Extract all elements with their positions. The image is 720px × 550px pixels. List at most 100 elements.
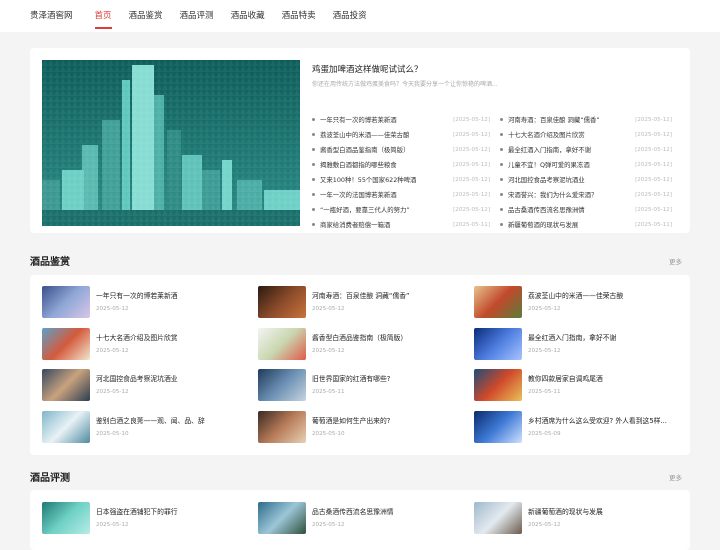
- article-thumbnail[interactable]: [258, 286, 306, 318]
- article-date: 2025-05-10: [312, 430, 345, 437]
- article-thumbnail[interactable]: [474, 502, 522, 534]
- headline-title: 又来100种！55个国家622种啤酒: [312, 175, 416, 184]
- article-date: 2025-05-12: [96, 306, 129, 312]
- headline-item[interactable]: 酱香型白酒品鉴指南（极简版） [2025-05-12]: [312, 142, 500, 157]
- article-thumbnail[interactable]: [42, 286, 90, 318]
- featured-title[interactable]: 鸡蛋加啤酒这样做呢试试么？: [312, 63, 423, 75]
- headline-item[interactable]: 又来100种！55个国家622种啤酒 [2025-05-12]: [312, 172, 500, 187]
- article-card[interactable]: 旧世界国家的红酒有哪些? 2025-05-11: [258, 369, 468, 403]
- article-card[interactable]: 新疆葡萄酒的现状与发展 2025-05-12: [474, 502, 684, 536]
- article-card[interactable]: 十七大名酒介绍及图片欣赏 2025-05-12: [42, 327, 252, 362]
- article-thumbnail[interactable]: [258, 327, 306, 360]
- headline-item[interactable]: 十七大名酒介绍及图片欣赏 [2025-05-12]: [500, 127, 682, 142]
- article-thumbnail[interactable]: [474, 410, 522, 443]
- headline-item[interactable]: 河南寿酒：百泉佳酿 洞藏“儒香” [2025-05-12]: [500, 112, 682, 127]
- section-title-appreciation: 酒品鉴赏: [30, 257, 70, 268]
- article-thumbnail[interactable]: [258, 502, 306, 534]
- section-title-review: 酒品评测: [30, 473, 70, 484]
- nav-item[interactable]: 首页: [94, 0, 112, 32]
- article-title[interactable]: 品古桑酒传西流名思豫洲情: [312, 506, 472, 516]
- article-thumbnail[interactable]: [42, 502, 90, 534]
- article-title[interactable]: 新疆葡萄酒的现状与发展: [528, 506, 688, 516]
- featured-summary: 你还在用传统方法做鸡蛋美食吗？今天我要分享一个让你惊艳的啤酒...: [312, 81, 498, 88]
- headline-title: 揭雅敷白酒都指的哪些粮食: [312, 160, 397, 169]
- article-title[interactable]: 日本强盗在酒铺犯下的罪行: [96, 506, 256, 516]
- article-card[interactable]: 一年只有一次的博若莱新酒 2025-05-12: [42, 286, 252, 320]
- headline-date: [2025-05-12]: [635, 176, 672, 183]
- headline-date: [2025-05-11]: [453, 221, 490, 228]
- headline-title: 河南寿酒：百泉佳酿 洞藏“儒香”: [500, 115, 600, 124]
- article-thumbnail[interactable]: [42, 369, 90, 401]
- article-card[interactable]: 酱香型白酒品鉴指南（极简版） 2025-05-12: [258, 327, 468, 362]
- headline-date: [2025-05-11]: [635, 221, 672, 228]
- headline-date: [2025-05-12]: [453, 131, 490, 138]
- nav-item[interactable]: 酒品鉴赏: [129, 0, 163, 32]
- article-date: 2025-05-12: [96, 347, 129, 354]
- featured-image[interactable]: [42, 60, 300, 226]
- article-date: 2025-05-12: [312, 347, 345, 354]
- article-title[interactable]: 河南寿酒：百泉佳酿 洞藏“儒香”: [312, 290, 472, 300]
- headline-item[interactable]: “一瓶好酒，要靠三代人的努力” [2025-05-12]: [312, 202, 500, 217]
- article-thumbnail[interactable]: [258, 410, 306, 443]
- headline-item[interactable]: 一年只有一次的博若莱新酒 [2025-05-12]: [312, 112, 500, 127]
- article-title[interactable]: 旧世界国家的红酒有哪些?: [312, 373, 472, 383]
- headline-item[interactable]: 最全红酒入门指南，拿好不谢 [2025-05-12]: [500, 142, 682, 157]
- headline-item[interactable]: 新疆葡萄酒的现状与发展 [2025-05-11]: [500, 217, 682, 232]
- article-card[interactable]: 日本强盗在酒铺犯下的罪行 2025-05-12: [42, 502, 252, 536]
- review-grid: 日本强盗在酒铺犯下的罪行 2025-05-12 品古桑酒传西流名思豫洲情 2025-0…: [30, 490, 690, 550]
- headline-item[interactable]: 揭雅敷白酒都指的哪些粮食 [2025-05-12]: [312, 157, 500, 172]
- site-logo[interactable]: 贵泽酒窖网: [30, 0, 73, 32]
- article-card[interactable]: 教你四款居家自调鸡尾酒 2025-05-11: [474, 369, 684, 403]
- article-thumbnail[interactable]: [474, 327, 522, 360]
- article-card[interactable]: 河北国控食品考察泥坑酒业 2025-05-12: [42, 369, 252, 403]
- headline-date: [2025-05-12]: [453, 116, 490, 123]
- article-thumbnail[interactable]: [474, 286, 522, 318]
- article-title[interactable]: 教你四款居家自调鸡尾酒: [528, 373, 688, 383]
- article-card[interactable]: 河南寿酒：百泉佳酿 洞藏“儒香” 2025-05-12: [258, 286, 468, 320]
- section-more-link[interactable]: 更多: [669, 472, 682, 482]
- top-navigation-bar: 贵泽酒窖网 首页 酒品鉴赏 酒品评测 酒品收藏 酒品特卖 酒品投资: [0, 0, 720, 32]
- article-title[interactable]: 一年只有一次的博若莱新酒: [96, 290, 256, 300]
- headline-title: 十七大名酒介绍及图片欣赏: [500, 130, 585, 139]
- nav-item[interactable]: 酒品评测: [180, 0, 214, 32]
- headline-date: [2025-05-12]: [453, 206, 490, 213]
- article-thumbnail[interactable]: [474, 369, 522, 401]
- headline-item[interactable]: 宋酒誉兴：我们为什么爱宋酒？ [2025-05-12]: [500, 187, 682, 202]
- headline-item[interactable]: 儿童不宜！Q弹可爱的果冻酒 [2025-05-12]: [500, 157, 682, 172]
- article-thumbnail[interactable]: [42, 327, 90, 360]
- article-title[interactable]: 鉴别白酒之良莠——观、闻、品、辞: [96, 415, 256, 425]
- headline-date: [2025-05-12]: [453, 161, 490, 168]
- nav-item[interactable]: 酒品特卖: [282, 0, 316, 32]
- headline-title: 新疆葡萄酒的现状与发展: [500, 220, 578, 229]
- article-title[interactable]: 最全红酒入门指南，拿好不谢: [528, 332, 688, 342]
- headline-title: “一瓶好酒，要靠三代人的努力”: [312, 205, 410, 214]
- article-card[interactable]: 最全红酒入门指南，拿好不谢 2025-05-12: [474, 327, 684, 362]
- headline-date: [2025-05-12]: [453, 191, 490, 198]
- article-card[interactable]: 品古桑酒传西流名思豫洲情 2025-05-12: [258, 502, 468, 536]
- headline-item[interactable]: 荔波荃山中的米酒——佳荣古酿 [2025-05-12]: [312, 127, 500, 142]
- article-title[interactable]: 乡村酒席为什么这么受欢迎? 外人看到这5样...: [528, 415, 688, 425]
- article-title[interactable]: 葡萄酒是如何生产出来的?: [312, 415, 472, 425]
- article-card[interactable]: 乡村酒席为什么这么受欢迎? 外人看到这5样... 2025-05-09: [474, 410, 684, 445]
- headline-item[interactable]: 品古桑酒传西流名思豫洲情 [2025-05-12]: [500, 202, 682, 217]
- article-title[interactable]: 酱香型白酒品鉴指南（极简版）: [312, 332, 472, 342]
- headline-item[interactable]: 河北国控食品考察泥坑酒业 [2025-05-12]: [500, 172, 682, 187]
- section-more-link[interactable]: 更多: [669, 256, 682, 266]
- article-title[interactable]: 荔波荃山中的米酒——佳荣古酿: [528, 290, 688, 300]
- article-thumbnail[interactable]: [42, 410, 90, 443]
- article-card[interactable]: 荔波荃山中的米酒——佳荣古酿 2025-05-12: [474, 286, 684, 320]
- article-card[interactable]: 鉴别白酒之良莠——观、闻、品、辞 2025-05-10: [42, 410, 252, 445]
- headline-date: [2025-05-12]: [635, 116, 672, 123]
- headline-date: [2025-05-12]: [635, 146, 672, 153]
- article-thumbnail[interactable]: [258, 369, 306, 401]
- nav-item[interactable]: 酒品投资: [333, 0, 367, 32]
- article-date: 2025-05-12: [96, 389, 129, 395]
- headline-item[interactable]: 一年一次的法国博若莱新酒 [2025-05-12]: [312, 187, 500, 202]
- headline-title: 酱香型白酒品鉴指南（极简版）: [312, 145, 409, 154]
- headline-title: 荔波荃山中的米酒——佳荣古酿: [312, 130, 409, 139]
- nav-item[interactable]: 酒品收藏: [231, 0, 265, 32]
- headline-item[interactable]: 商家给消费者赔偿一箱酒 [2025-05-11]: [312, 217, 500, 232]
- article-title[interactable]: 河北国控食品考察泥坑酒业: [96, 373, 256, 383]
- article-card[interactable]: 葡萄酒是如何生产出来的? 2025-05-10: [258, 410, 468, 445]
- article-title[interactable]: 十七大名酒介绍及图片欣赏: [96, 332, 256, 342]
